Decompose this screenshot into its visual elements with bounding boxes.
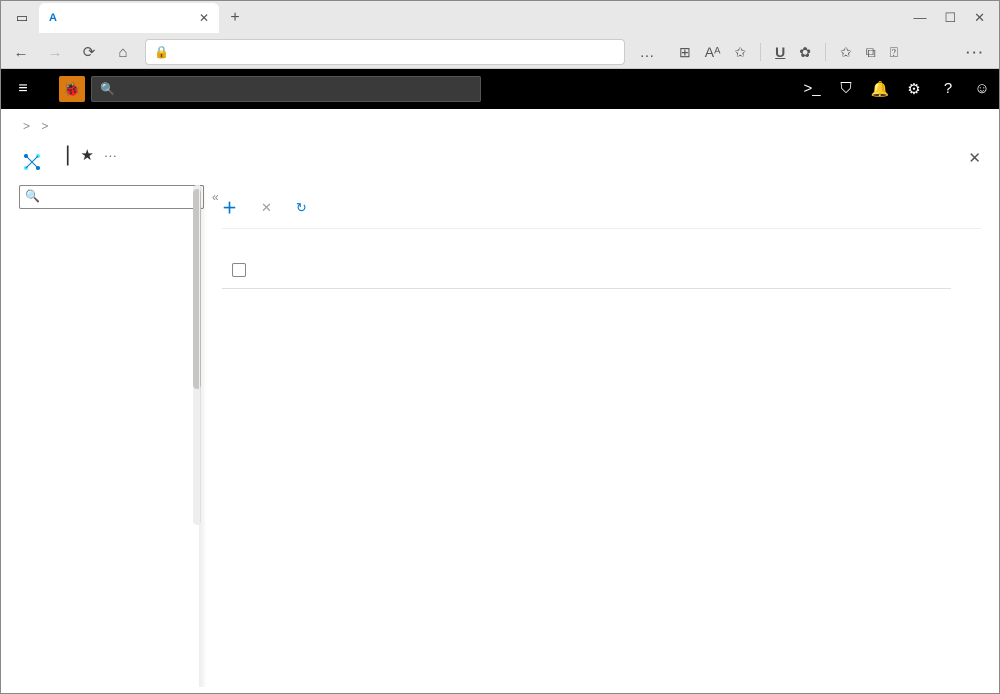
select-all-checkbox[interactable]: [232, 263, 246, 277]
plus-icon: ＋: [222, 197, 237, 218]
resource-type-icon: [19, 149, 45, 175]
links-table: [222, 255, 951, 289]
feedback-icon[interactable]: ☺: [965, 80, 999, 98]
add-button[interactable]: ＋: [222, 197, 243, 218]
page-header: | ★ ··· ✕: [1, 139, 999, 185]
home-button[interactable]: ⌂: [111, 44, 135, 61]
read-aloud-icon[interactable]: Aᴬ: [705, 44, 721, 60]
notifications-icon[interactable]: 🔔: [863, 80, 897, 98]
more-actions-icon[interactable]: ···: [104, 148, 117, 163]
description-text: [222, 229, 981, 255]
cloudshell-icon[interactable]: >_: [795, 80, 829, 98]
tab-close-icon[interactable]: ✕: [199, 11, 209, 25]
main-content: ＋ ✕ ↻: [199, 185, 999, 687]
x-icon: ✕: [261, 200, 272, 216]
underline-icon[interactable]: U: [775, 44, 785, 60]
window-minimize-icon[interactable]: —: [913, 10, 926, 26]
refresh-icon: ↻: [296, 200, 307, 216]
sidebar: 🔍 «: [1, 185, 199, 687]
forward-button: →: [43, 44, 67, 61]
azure-favicon-icon: A: [49, 12, 57, 24]
extensions-icon[interactable]: ✿: [799, 44, 811, 61]
portal-menu-button[interactable]: ≡: [1, 80, 45, 98]
close-blade-button[interactable]: ✕: [968, 149, 981, 167]
search-icon: 🔍: [25, 189, 40, 203]
favorite-icon[interactable]: ✩: [734, 44, 746, 61]
search-icon: 🔍: [100, 82, 115, 96]
window-maximize-icon[interactable]: ☐: [944, 10, 956, 26]
settings-icon[interactable]: ⚙: [897, 80, 931, 98]
tab-actions-icon[interactable]: ▭: [7, 4, 37, 32]
addon-icon[interactable]: ⊞: [679, 44, 691, 61]
collections-icon[interactable]: ⧉: [866, 44, 876, 61]
browser-menu-icon[interactable]: ···: [966, 45, 991, 60]
chevron-right-icon: >: [19, 119, 34, 133]
new-tab-button[interactable]: +: [221, 9, 249, 27]
browser-tab[interactable]: A ✕: [39, 3, 219, 33]
directory-icon[interactable]: ⛉: [829, 80, 863, 98]
chevron-right-icon: >: [37, 119, 52, 133]
refresh-button[interactable]: ↻: [296, 200, 313, 216]
col-link-name[interactable]: [256, 255, 430, 289]
preview-bug-icon[interactable]: 🐞: [59, 76, 85, 102]
address-bar[interactable]: 🔒: [145, 39, 625, 65]
breadcrumb: > >: [1, 109, 999, 139]
favorites-list-icon[interactable]: ✩: [840, 44, 852, 61]
window-close-icon[interactable]: ✕: [974, 10, 985, 26]
favorite-star-icon[interactable]: ★: [80, 146, 93, 164]
remove-button: ✕: [261, 200, 278, 216]
col-vnet[interactable]: [430, 255, 604, 289]
portal-search[interactable]: 🔍: [91, 76, 481, 102]
back-button[interactable]: ←: [9, 44, 33, 61]
profile-icon[interactable]: ⍰: [890, 44, 898, 61]
azure-top-bar: ≡ 🐞 🔍 >_ ⛉ 🔔 ⚙ ? ☺: [1, 69, 999, 109]
command-bar: ＋ ✕ ↻: [222, 185, 981, 229]
sidebar-search-input[interactable]: [19, 185, 204, 209]
browser-chrome: ▭ A ✕ + — ☐ ✕ ← → ⟳ ⌂ 🔒 … ⊞ Aᴬ ✩ U ✿: [1, 1, 999, 69]
refresh-button[interactable]: ⟳: [77, 43, 101, 61]
separator: [760, 43, 761, 61]
addr-more-icon[interactable]: …: [635, 44, 659, 61]
lock-icon: 🔒: [154, 45, 169, 59]
col-rg[interactable]: [603, 255, 777, 289]
help-icon[interactable]: ?: [931, 80, 965, 98]
separator: [825, 43, 826, 61]
